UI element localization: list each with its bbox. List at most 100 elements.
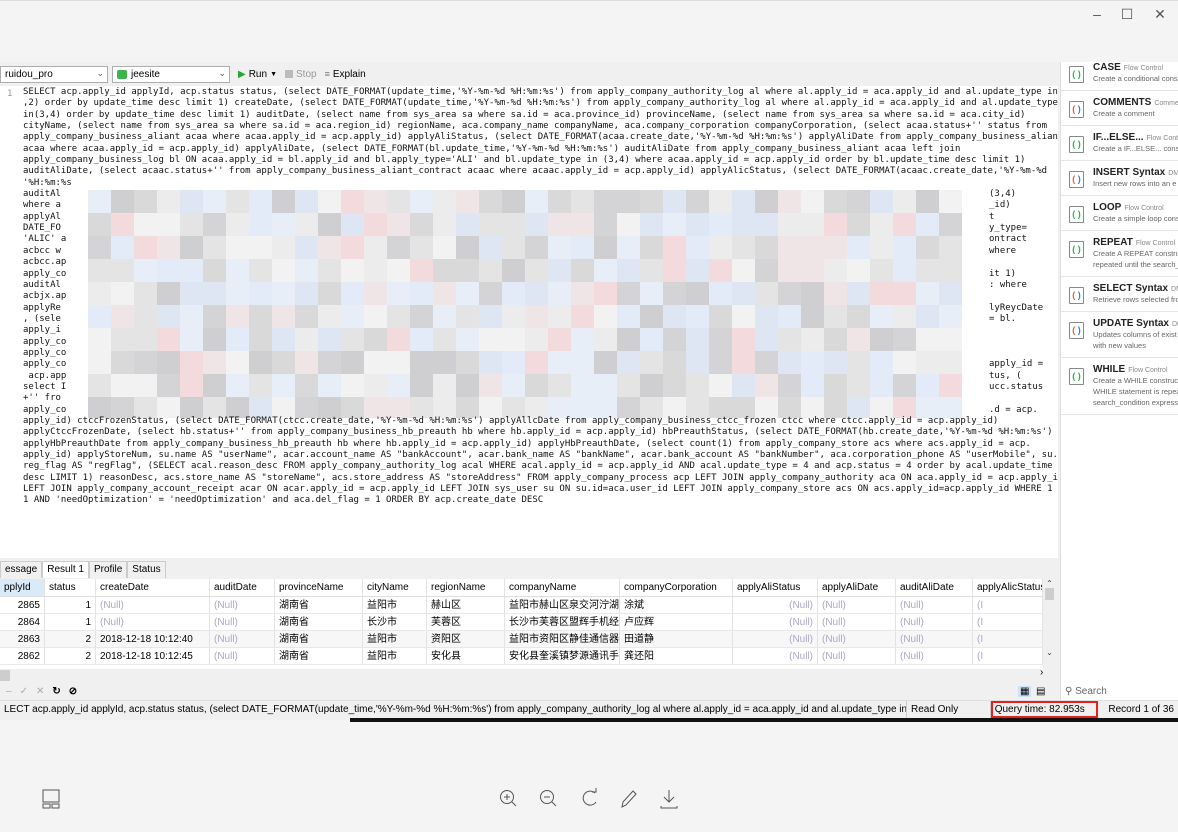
- table-cell[interactable]: (Null): [818, 648, 896, 664]
- column-header[interactable]: provinceName: [275, 579, 363, 596]
- horizontal-scrollbar[interactable]: ›: [0, 667, 1056, 682]
- table-cell[interactable]: (Null): [733, 631, 818, 647]
- table-cell[interactable]: 益阳市赫山区泉交河泞湖手机: [505, 597, 620, 613]
- table-cell[interactable]: 2862: [0, 648, 45, 664]
- column-header[interactable]: companyCorporation: [620, 579, 733, 596]
- sql-editor[interactable]: 1 SELECT acp.apply_id applyId, acp.statu…: [0, 86, 1058, 558]
- table-cell[interactable]: (Null): [896, 597, 973, 613]
- table-cell[interactable]: 湖南省: [275, 614, 363, 630]
- column-header[interactable]: createDate: [96, 579, 210, 596]
- table-cell[interactable]: (Null): [210, 614, 275, 630]
- snippet-item[interactable]: ( ) UPDATE SyntaxDM Updates columns of exi…: [1061, 312, 1178, 358]
- table-cell[interactable]: 长沙市: [363, 614, 427, 630]
- table-row[interactable]: 2862 2 2018-12-18 10:12:45 (Null) 湖南省 益阳市 安化县安…: [0, 648, 1043, 665]
- table-cell[interactable]: 资阳区: [427, 631, 505, 647]
- table-cell[interactable]: 1: [45, 614, 96, 630]
- stop-icon[interactable]: ⊘: [69, 686, 77, 697]
- table-cell[interactable]: 田道静: [620, 631, 733, 647]
- table-cell[interactable]: 2018-12-18 10:12:45: [96, 648, 210, 664]
- explain-button[interactable]: ≡ Explain: [325, 69, 366, 80]
- scroll-thumb[interactable]: [0, 670, 10, 681]
- column-header[interactable]: applyAliDate: [818, 579, 896, 596]
- grid-view-icon[interactable]: ▦: [1018, 685, 1032, 697]
- stop-button[interactable]: Stop: [285, 69, 317, 80]
- tab-profile[interactable]: Profile: [88, 561, 128, 578]
- table-cell[interactable]: 芙蓉区: [427, 614, 505, 630]
- table-cell[interactable]: (Null): [896, 631, 973, 647]
- table-row[interactable]: 2863 2 2018-12-18 10:12:40 (Null) 湖南省 益阳市 资阳区益…: [0, 631, 1043, 648]
- snippet-item[interactable]: ( ) SELECT SyntaxDMI Retrieve rows selecte…: [1061, 277, 1178, 312]
- snippet-search[interactable]: ⚲ Search: [1065, 686, 1107, 697]
- table-cell[interactable]: 2: [45, 631, 96, 647]
- table-cell[interactable]: (Null): [733, 614, 818, 630]
- zoom-out-icon[interactable]: [537, 788, 559, 810]
- vertical-scrollbar[interactable]: ⌃ ⌄: [1043, 579, 1056, 669]
- run-button[interactable]: ▶ Run ▼: [238, 69, 277, 80]
- snippet-item[interactable]: ( ) IF...ELSE...Flow Contro Create a IF...…: [1061, 126, 1178, 161]
- connection-select[interactable]: ruidou_pro ⌄: [0, 65, 108, 83]
- column-header[interactable]: companyName: [505, 579, 620, 596]
- table-cell[interactable]: (Null): [210, 648, 275, 664]
- table-cell[interactable]: 1: [45, 597, 96, 613]
- tab-status[interactable]: Status: [127, 561, 166, 578]
- table-cell[interactable]: 益阳市: [363, 597, 427, 613]
- table-cell[interactable]: 涂斌: [620, 597, 733, 613]
- table-cell[interactable]: 益阳市资阳区静佳通信器材经: [505, 631, 620, 647]
- table-cell[interactable]: 安化县: [427, 648, 505, 664]
- apply-icon[interactable]: ✓: [20, 686, 28, 697]
- snippet-item[interactable]: ( ) INSERT SyntaxDMI Insert new rows into …: [1061, 161, 1178, 196]
- table-cell[interactable]: 2: [45, 648, 96, 664]
- column-header[interactable]: pplyId: [0, 579, 45, 596]
- table-cell[interactable]: (I: [973, 597, 1043, 613]
- column-header[interactable]: auditDate: [210, 579, 275, 596]
- table-cell[interactable]: (Null): [818, 614, 896, 630]
- column-header[interactable]: applyAliStatus: [733, 579, 818, 596]
- snippet-item[interactable]: ( ) LOOP Flow Control Create a simple loop …: [1061, 196, 1178, 231]
- edit-pencil-icon[interactable]: [618, 788, 640, 810]
- table-cell[interactable]: 2863: [0, 631, 45, 647]
- column-header[interactable]: regionName: [427, 579, 505, 596]
- snippet-item[interactable]: ( ) COMMENTS Comme Create a comment: [1061, 91, 1178, 126]
- table-cell[interactable]: (Null): [733, 597, 818, 613]
- table-cell[interactable]: 益阳市: [363, 631, 427, 647]
- table-cell[interactable]: 湖南省: [275, 648, 363, 664]
- scroll-thumb[interactable]: [1045, 588, 1054, 600]
- table-cell[interactable]: (I: [973, 631, 1043, 647]
- column-header[interactable]: auditAliDate: [896, 579, 973, 596]
- table-cell[interactable]: (I: [973, 648, 1043, 664]
- table-cell[interactable]: 湖南省: [275, 597, 363, 613]
- table-cell[interactable]: 卢应辉: [620, 614, 733, 630]
- form-view-icon[interactable]: ▤: [1036, 686, 1045, 697]
- table-cell[interactable]: 湖南省: [275, 631, 363, 647]
- rotate-icon[interactable]: [579, 788, 601, 810]
- table-cell[interactable]: (Null): [896, 648, 973, 664]
- table-cell[interactable]: (Null): [896, 614, 973, 630]
- table-row[interactable]: 28651(Null)(Null)湖南省益阳市赫山区益阳市赫山区泉交河泞湖手机涂…: [0, 597, 1043, 614]
- delete-record-icon[interactable]: –: [6, 686, 12, 697]
- table-cell[interactable]: 益阳市: [363, 648, 427, 664]
- snippet-item[interactable]: ( ) CASE Flow Control Create a conditional …: [1061, 62, 1178, 91]
- refresh-icon[interactable]: ↻: [52, 686, 60, 697]
- close-button[interactable]: ✕: [1145, 5, 1175, 23]
- download-icon[interactable]: [658, 788, 680, 810]
- zoom-in-icon[interactable]: [497, 788, 519, 810]
- table-cell[interactable]: 长沙市芙蓉区盟辉手机经营部: [505, 614, 620, 630]
- table-cell[interactable]: (Null): [96, 597, 210, 613]
- table-cell[interactable]: (Null): [210, 597, 275, 613]
- column-header[interactable]: applyAlicStatus: [973, 579, 1043, 596]
- snippet-item[interactable]: ( ) REPEAT Flow Control Create A REPEAT con…: [1061, 231, 1178, 277]
- column-header[interactable]: status: [45, 579, 96, 596]
- table-cell[interactable]: (Null): [818, 631, 896, 647]
- table-cell[interactable]: 龚还阳: [620, 648, 733, 664]
- table-cell[interactable]: (I: [973, 614, 1043, 630]
- table-cell[interactable]: (Null): [210, 631, 275, 647]
- tab-result-1[interactable]: Result 1: [42, 561, 89, 578]
- table-row[interactable]: 28641(Null)(Null)湖南省长沙市芙蓉区长沙市芙蓉区盟辉手机经营部卢…: [0, 614, 1043, 631]
- tab-essage[interactable]: essage: [0, 561, 43, 578]
- snippet-item[interactable]: ( ) WHILE Flow Control Create a WHILE const…: [1061, 358, 1178, 415]
- table-cell[interactable]: 赫山区: [427, 597, 505, 613]
- maximize-button[interactable]: ☐: [1112, 5, 1142, 23]
- table-cell[interactable]: 2865: [0, 597, 45, 613]
- result-grid[interactable]: pplyId status createDate auditDate provinceN…: [0, 579, 1043, 669]
- table-cell[interactable]: (Null): [733, 648, 818, 664]
